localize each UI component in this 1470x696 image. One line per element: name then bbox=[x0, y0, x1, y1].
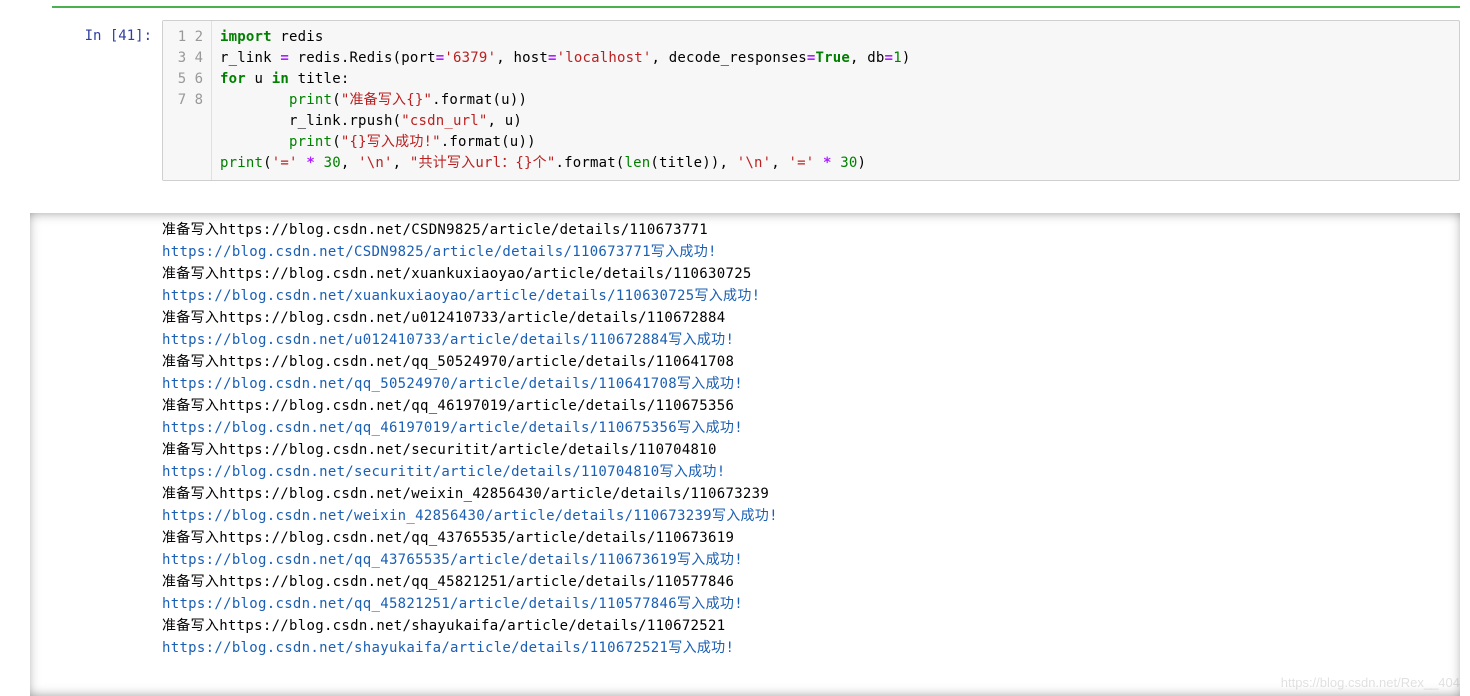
output-success-line: https://blog.csdn.net/u012410733/article… bbox=[162, 329, 1460, 351]
output-prepare-line: 准备写入https://blog.csdn.net/weixin_4285643… bbox=[162, 483, 1460, 505]
output-prepare-line: 准备写入https://blog.csdn.net/CSDN9825/artic… bbox=[162, 219, 1460, 241]
output-prepare-line: 准备写入https://blog.csdn.net/qq_43765535/ar… bbox=[162, 527, 1460, 549]
output-prepare-line: 准备写入https://blog.csdn.net/xuankuxiaoyao/… bbox=[162, 263, 1460, 285]
input-prompt: In [41]: bbox=[52, 20, 162, 181]
output-text: 准备写入https://blog.csdn.net/CSDN9825/artic… bbox=[30, 213, 1460, 659]
output-prepare-line: 准备写入https://blog.csdn.net/u012410733/art… bbox=[162, 307, 1460, 329]
code-cell: In [41]: 1 2 3 4 5 6 7 8 import redis r_… bbox=[52, 20, 1460, 181]
output-success-line: https://blog.csdn.net/qq_46197019/articl… bbox=[162, 417, 1460, 439]
output-success-line: https://blog.csdn.net/CSDN9825/article/d… bbox=[162, 241, 1460, 263]
output-prepare-line: 准备写入https://blog.csdn.net/qq_46197019/ar… bbox=[162, 395, 1460, 417]
notebook: In [41]: 1 2 3 4 5 6 7 8 import redis r_… bbox=[0, 0, 1470, 696]
code-content[interactable]: import redis r_link = redis.Redis(port='… bbox=[212, 21, 1459, 180]
output-success-line: https://blog.csdn.net/qq_45821251/articl… bbox=[162, 593, 1460, 615]
cell-top-border bbox=[52, 0, 1460, 8]
output-prepare-line: 准备写入https://blog.csdn.net/securitit/arti… bbox=[162, 439, 1460, 461]
output-success-line: https://blog.csdn.net/securitit/article/… bbox=[162, 461, 1460, 483]
output-success-line: https://blog.csdn.net/qq_43765535/articl… bbox=[162, 549, 1460, 571]
output-prepare-line: 准备写入https://blog.csdn.net/qq_50524970/ar… bbox=[162, 351, 1460, 373]
line-gutter: 1 2 3 4 5 6 7 8 bbox=[163, 21, 212, 180]
output-success-line: https://blog.csdn.net/weixin_42856430/ar… bbox=[162, 505, 1460, 527]
output-success-line: https://blog.csdn.net/xuankuxiaoyao/arti… bbox=[162, 285, 1460, 307]
output-prepare-line: 准备写入https://blog.csdn.net/shayukaifa/art… bbox=[162, 615, 1460, 637]
output-prepare-line: 准备写入https://blog.csdn.net/qq_45821251/ar… bbox=[162, 571, 1460, 593]
code-editor[interactable]: 1 2 3 4 5 6 7 8 import redis r_link = re… bbox=[162, 20, 1460, 181]
output-success-line: https://blog.csdn.net/shayukaifa/article… bbox=[162, 637, 1460, 659]
output-success-line: https://blog.csdn.net/qq_50524970/articl… bbox=[162, 373, 1460, 395]
watermark: https://blog.csdn.net/Rex__404 bbox=[1281, 675, 1460, 690]
output-area[interactable]: 准备写入https://blog.csdn.net/CSDN9825/artic… bbox=[30, 213, 1460, 696]
